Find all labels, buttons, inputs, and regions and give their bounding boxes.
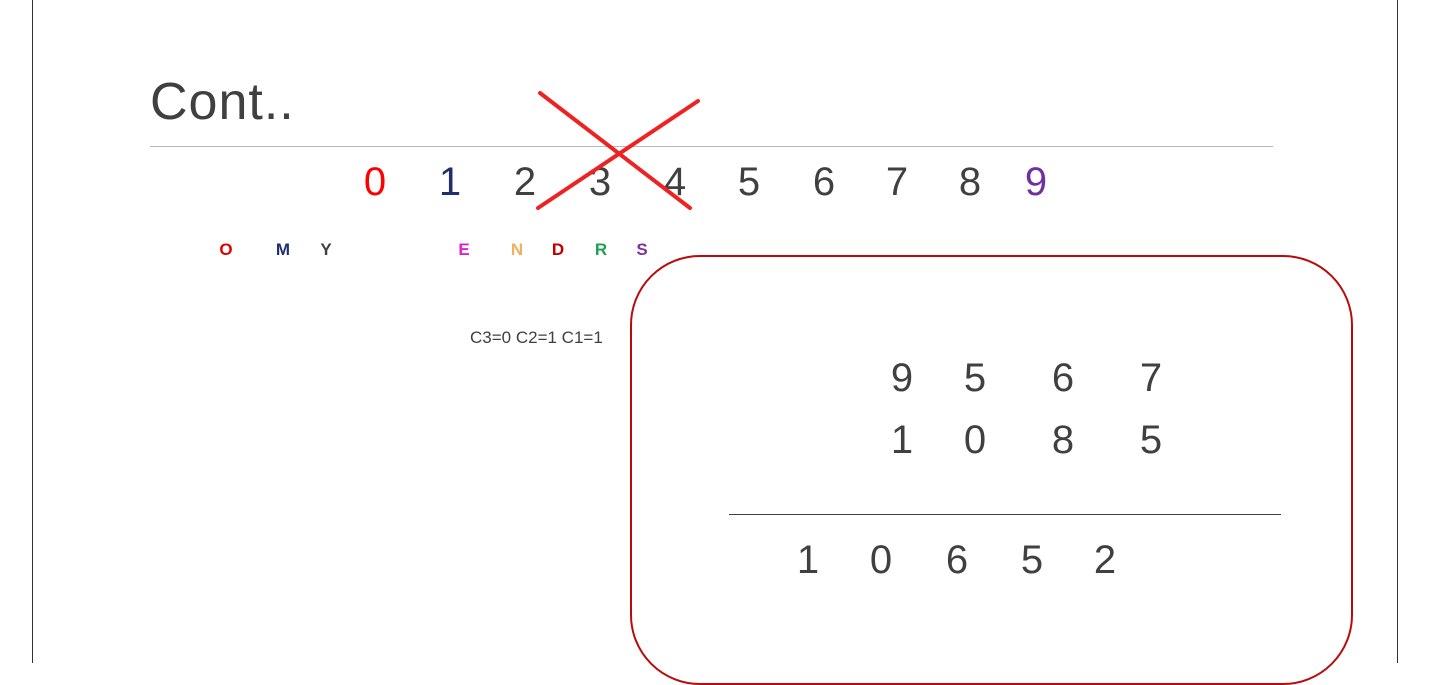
sum-digit: 2 <box>1093 538 1117 582</box>
digit-7: 7 <box>885 160 909 204</box>
addend2-digit: 5 <box>1139 418 1163 462</box>
letter-m: M <box>275 240 291 259</box>
addend2-digit: 0 <box>963 418 987 462</box>
sum-line <box>729 514 1281 515</box>
carry-values: C3=0 C2=1 C1=1 <box>470 328 603 347</box>
letter-o: O <box>219 240 233 259</box>
digit-5: 5 <box>737 160 761 204</box>
letter-d: D <box>551 240 565 259</box>
addend2-digit: 1 <box>890 418 914 462</box>
addend1-digit: 5 <box>963 356 987 400</box>
slide: Cont.. 0 1 2 3 4 5 6 7 8 9 O M Y E N D R… <box>0 0 1449 685</box>
sum-digit: 6 <box>945 538 969 582</box>
letter-s: S <box>636 240 648 259</box>
digit-3: 3 <box>588 160 612 204</box>
addend2-digit: 8 <box>1051 418 1075 462</box>
sum-digit: 5 <box>1020 538 1044 582</box>
digit-4: 4 <box>663 160 687 204</box>
letter-n: N <box>510 240 524 259</box>
sum-digit: 0 <box>869 538 893 582</box>
addition-box <box>630 255 1353 685</box>
digit-2: 2 <box>513 160 537 204</box>
digit-8: 8 <box>958 160 982 204</box>
slide-frame-left <box>32 0 33 663</box>
addend1-digit: 7 <box>1139 356 1163 400</box>
slide-title: Cont.. <box>150 73 295 131</box>
slide-frame-right <box>1397 0 1398 663</box>
letter-r: R <box>594 240 608 259</box>
addend1-digit: 9 <box>890 356 914 400</box>
digit-6: 6 <box>812 160 836 204</box>
title-divider <box>150 146 1273 147</box>
digit-1: 1 <box>438 160 462 204</box>
digit-9: 9 <box>1024 160 1048 204</box>
letter-e: E <box>458 240 470 259</box>
letter-y: Y <box>320 240 332 259</box>
addend1-digit: 6 <box>1051 356 1075 400</box>
sum-digit: 1 <box>796 538 820 582</box>
digit-0: 0 <box>363 160 387 204</box>
